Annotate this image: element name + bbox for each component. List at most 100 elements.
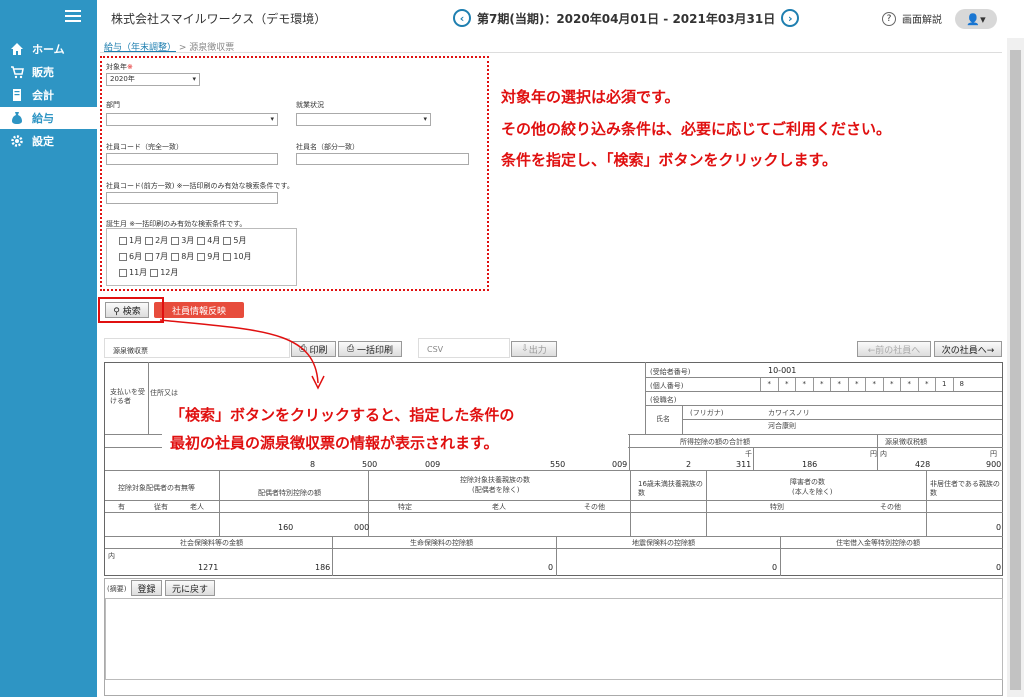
help-link[interactable]: ? 画面解説 [882, 11, 942, 26]
earthquake-insurance-value: 0 [772, 563, 778, 572]
printer-icon: ⎙ [299, 344, 307, 354]
gear-icon [11, 135, 23, 147]
dependents-sub-label: (配偶者を除く) [472, 486, 520, 494]
checkbox[interactable] [145, 236, 154, 245]
dependents-col: その他 [584, 503, 605, 511]
print-label: 印刷 [309, 345, 328, 356]
month-label: 4月 [207, 236, 221, 245]
print-button[interactable]: ⎙ 印刷 [291, 341, 336, 357]
checkbox[interactable] [119, 268, 127, 277]
checkbox[interactable] [197, 252, 206, 261]
month-row: 1月 2月 3月 4月 5月 [119, 235, 246, 246]
checkbox[interactable] [197, 236, 206, 245]
month-label: 10月 [233, 252, 252, 261]
birth-month-checkbox[interactable]: 5月 [223, 235, 246, 246]
output-label: 出力 [528, 345, 547, 356]
income-digit: 009 [612, 460, 628, 469]
cart-icon [11, 66, 24, 79]
birth-month-checkbox[interactable]: 11月 [119, 267, 147, 278]
employee-name-input[interactable] [296, 153, 469, 165]
spouse-col: 有 [118, 503, 125, 511]
spouse-col: 老人 [190, 503, 204, 511]
deduction-total-digit: 311 [736, 460, 752, 469]
bulk-print-button[interactable]: ⎙ 一括印刷 [338, 341, 402, 357]
search-button-highlight [98, 297, 164, 323]
checkbox[interactable] [171, 236, 180, 245]
employee-code-prefix-input[interactable] [106, 192, 278, 204]
name-label: 氏名 [656, 415, 670, 423]
personal-number-digit: * [830, 378, 848, 391]
recipient-no: 10-001 [768, 366, 797, 375]
recipient-no-label: (受給者番号) [650, 368, 691, 376]
deduction-total-digit: 186 [802, 460, 818, 469]
sidebar-item-sales[interactable]: 販売 [0, 61, 97, 83]
checkbox[interactable] [223, 252, 232, 261]
title-label: (役職名) [650, 396, 677, 404]
birth-month-checkbox[interactable]: 9月 [197, 251, 220, 262]
birth-month-checkbox[interactable]: 6月 [119, 251, 142, 262]
checkbox[interactable] [145, 252, 154, 261]
employment-status-select[interactable]: ▾ [296, 113, 431, 126]
home-icon [11, 43, 23, 55]
output-button[interactable]: ⇩ 出力 [511, 341, 557, 357]
checkbox[interactable] [171, 252, 180, 261]
hamburger-menu-icon[interactable] [65, 10, 81, 22]
sidebar-item-payroll[interactable]: 給与 [0, 107, 97, 129]
spouse-special-digit: 160 [278, 523, 294, 532]
reflect-employee-info-button[interactable]: 社員情報反映 [154, 302, 244, 318]
annotation-text: 最初の社員の源泉徴収票の情報が表示されます。 [170, 434, 499, 452]
withholding-label: 源泉徴収税額 [885, 438, 927, 446]
sidebar-item-label: 設定 [32, 135, 54, 148]
month-label: 5月 [233, 236, 247, 245]
deduction-total-label: 所得控除の額の合計額 [680, 438, 750, 446]
nonresident-label: 非居住者である親族の数 [930, 480, 1000, 497]
checkbox[interactable] [223, 236, 232, 245]
divider [100, 52, 1002, 53]
annotation-text: その他の絞り込み条件は、必要に応じてご利用ください。 [501, 120, 892, 138]
personal-number-digit: 1 [935, 378, 953, 391]
birth-month-checkbox[interactable]: 7月 [145, 251, 168, 262]
user-menu-button[interactable]: 👤▾ [955, 9, 997, 29]
next-period-icon[interactable]: › [781, 9, 800, 27]
birth-month-checkbox[interactable]: 4月 [197, 235, 220, 246]
personal-number-digit: * [900, 378, 918, 391]
prev-employee-button[interactable]: ←前の社員へ [857, 341, 931, 357]
birth-month-checkbox[interactable]: 2月 [145, 235, 168, 246]
sidebar-item-home[interactable]: ホーム [0, 38, 97, 60]
scrollbar-thumb[interactable] [1010, 50, 1021, 690]
personal-number-digit: * [847, 378, 866, 391]
restore-button[interactable]: 元に戻す [165, 580, 215, 596]
target-year-select[interactable]: 2020年 ▾ [106, 73, 200, 86]
csv-label: CSV [418, 338, 510, 358]
checkbox[interactable] [119, 236, 127, 245]
scrollbar[interactable] [1007, 38, 1024, 697]
remarks-textarea[interactable] [105, 598, 1003, 680]
month-label: 7月 [155, 252, 169, 261]
checkbox[interactable] [119, 252, 127, 261]
deduction-total-digit: 2 [686, 460, 692, 469]
income-digit: 009 [425, 460, 441, 469]
top-bar: 株式会社スマイルワークス（デモ環境） ‹ 第7期(当期)：2020年04月01日… [97, 0, 1024, 38]
income-digit: 8 [310, 460, 316, 469]
kana-label: (フリガナ) [690, 409, 724, 417]
birth-month-checkbox[interactable]: 1月 [119, 235, 142, 246]
sidebar: ホーム 販売 会計 給与 設定 [0, 0, 97, 697]
next-employee-button[interactable]: 次の社員へ→ [934, 341, 1002, 357]
sidebar-item-accounting[interactable]: 会計 [0, 84, 97, 106]
birth-month-checkbox[interactable]: 8月 [171, 251, 194, 262]
prev-period-icon[interactable]: ‹ [453, 9, 471, 27]
birth-month-checkbox[interactable]: 12月 [150, 267, 178, 278]
printer-icon: ⎙ [346, 344, 355, 354]
checkbox[interactable] [150, 268, 159, 277]
register-button[interactable]: 登録 [131, 580, 162, 596]
department-select[interactable]: ▾ [106, 113, 278, 126]
social-insurance-label: 社会保険料等の金額 [180, 539, 243, 547]
birth-month-checkbox[interactable]: 10月 [223, 251, 252, 262]
birth-month-checkbox[interactable]: 3月 [171, 235, 194, 246]
yen-unit: 円 [990, 450, 997, 458]
employee-name-label: 社員名（部分一致） [296, 143, 359, 151]
sidebar-item-settings[interactable]: 設定 [0, 130, 97, 152]
period-label: 第7期(当期)：2020年04月01日 - 2021年03月31日 [477, 11, 776, 26]
disabled-sub-label: (本人を除く) [792, 488, 833, 496]
employee-code-input[interactable] [106, 153, 278, 165]
